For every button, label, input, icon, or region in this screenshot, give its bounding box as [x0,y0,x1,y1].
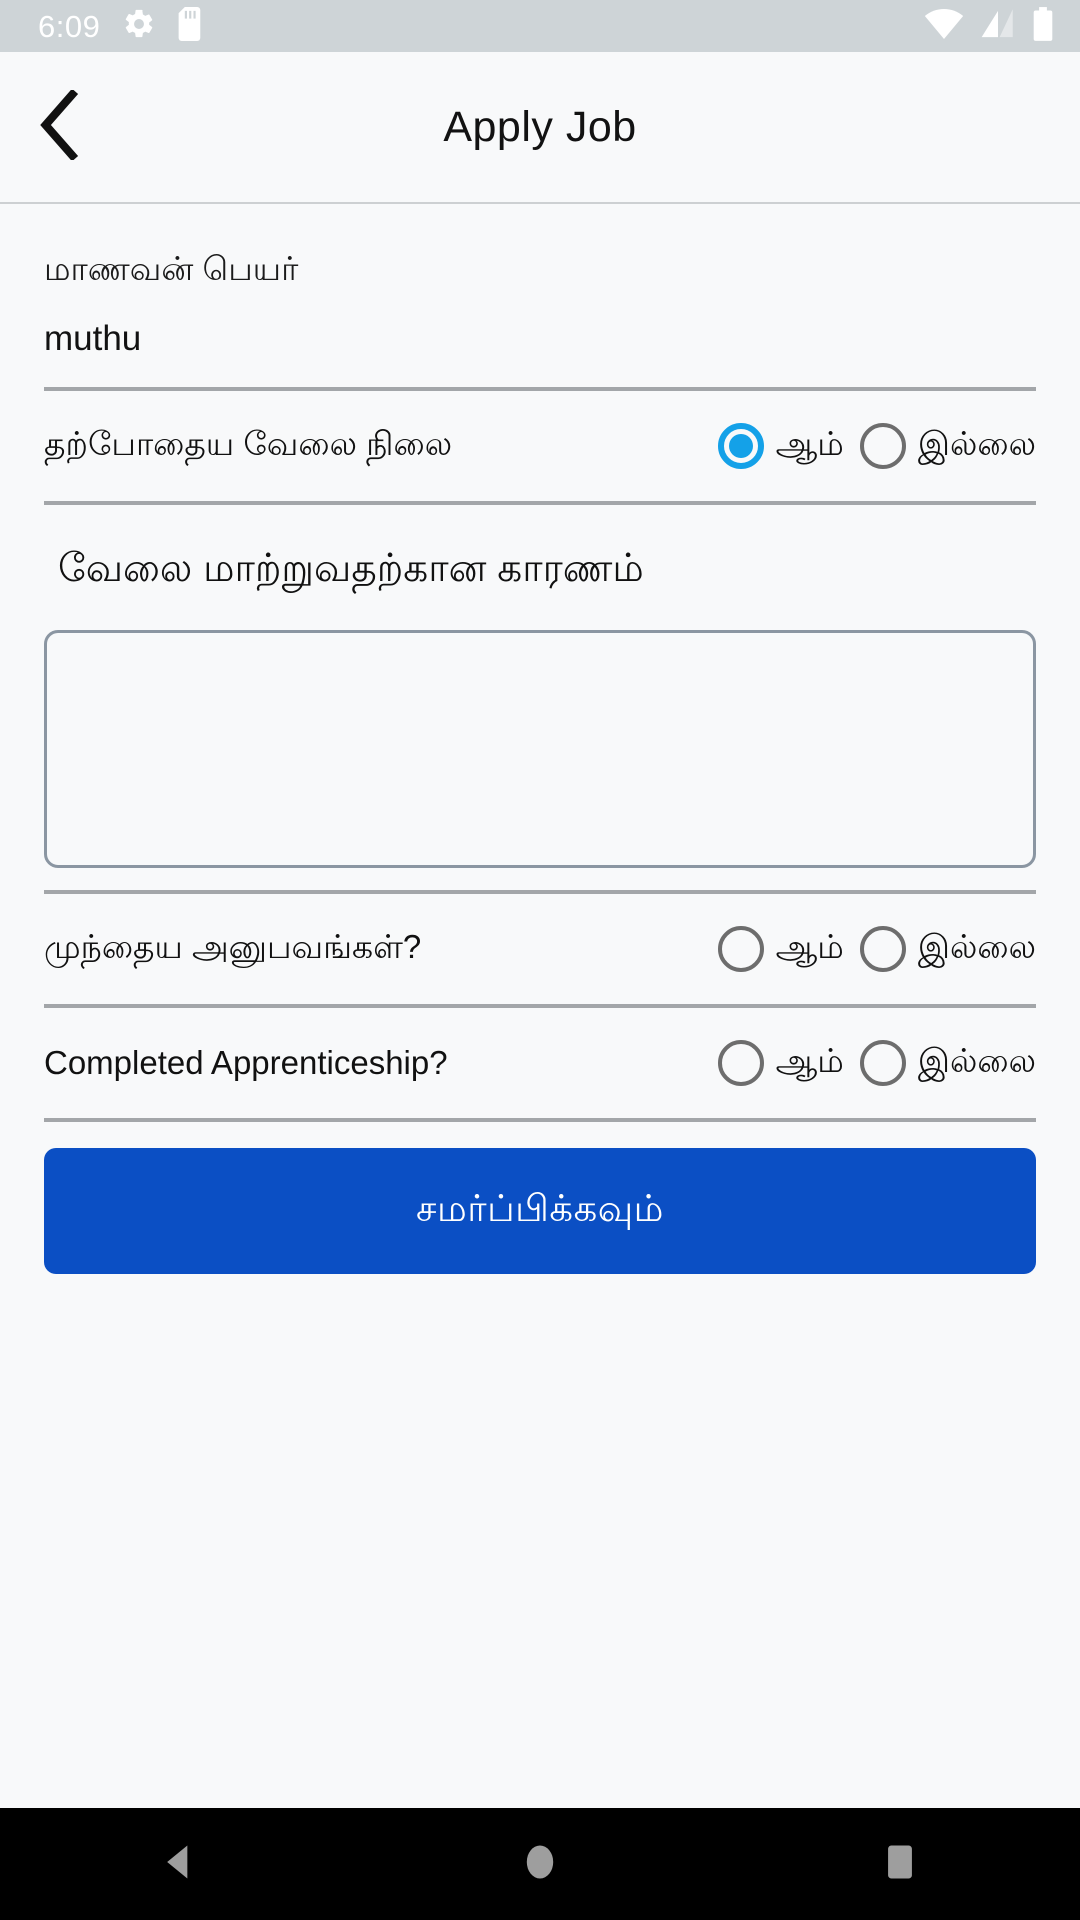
completed-apprenticeship-label: Completed Apprenticeship? [44,1044,448,1081]
submit-button[interactable]: சமர்ப்பிக்கவும் [44,1148,1036,1274]
radio-button-unselected-icon[interactable] [859,423,906,469]
settings-gear-icon [122,7,156,46]
previous-experience-option-no[interactable]: இல்லை [850,926,1036,972]
nav-home-button[interactable] [480,1808,600,1920]
app-bar: Apply Job [0,52,1080,204]
completed-apprenticeship-option-no[interactable]: இல்லை [850,1040,1036,1086]
completed-apprenticeship-option-yes[interactable]: ஆம் [708,1040,844,1086]
completed-apprenticeship-radio-group: ஆம் இல்லை [708,1040,1036,1086]
status-bar-right [924,6,1054,46]
phone-screen: 6:09 Apply Job மாணவன் பெயர் muthu தற்போத… [0,0,1080,1920]
sd-card-icon [178,6,204,46]
battery-icon [1032,6,1054,46]
current-job-status-label: தற்போதைய வேலை நிலை [44,424,453,462]
completed-apprenticeship-option-no-label: இல்லை [917,1041,1036,1079]
previous-experience-option-no-label: இல்லை [917,927,1036,965]
radio-button-selected-icon[interactable] [717,423,764,469]
home-circle-icon [518,1840,562,1889]
previous-experience-radio-group: ஆம் இல்லை [708,926,1036,972]
form-content: மாணவன் பெயர் muthu தற்போதைய வேலை நிலை ஆம… [0,204,1080,1808]
completed-apprenticeship-row: Completed Apprenticeship? ஆம் இல்லை [44,1008,1036,1118]
cellular-signal-icon [980,7,1016,46]
status-bar-left: 6:09 [38,6,204,46]
current-job-status-option-yes-label: ஆம் [775,424,844,462]
radio-button-unselected-icon[interactable] [717,1040,764,1086]
back-triangle-icon [158,1840,202,1889]
student-name-label: மாணவன் பெயர் [44,250,299,287]
previous-experience-label: முந்தைய அனுபவங்கள்? [44,927,422,965]
status-bar: 6:09 [0,0,1080,52]
current-job-status-option-yes[interactable]: ஆம் [708,423,844,469]
radio-button-unselected-icon[interactable] [859,926,906,972]
nav-recents-button[interactable] [840,1808,960,1920]
current-job-status-row: தற்போதைய வேலை நிலை ஆம் இல்லை [44,391,1036,501]
chevron-left-icon [36,88,82,165]
student-name-field: மாணவன் பெயர் muthu [44,204,1036,387]
current-job-status-option-no[interactable]: இல்லை [850,423,1036,469]
back-button[interactable] [22,88,96,165]
android-navigation-bar [0,1808,1080,1920]
previous-experience-option-yes-label: ஆம் [775,927,844,965]
submit-button-wrapper: சமர்ப்பிக்கவும் [44,1122,1036,1274]
radio-button-unselected-icon[interactable] [717,926,764,972]
nav-back-button[interactable] [120,1808,240,1920]
recents-square-icon [878,1840,922,1889]
wifi-icon [924,7,964,46]
student-name-value[interactable]: muthu [44,293,1036,387]
reason-section-title: வேலை மாற்றுவதற்கான காரணம் [58,547,644,590]
current-job-status-option-no-label: இல்லை [917,424,1036,462]
status-bar-clock: 6:09 [38,8,101,44]
previous-experience-option-yes[interactable]: ஆம் [708,926,844,972]
completed-apprenticeship-option-yes-label: ஆம் [775,1041,844,1079]
radio-button-unselected-icon[interactable] [859,1040,906,1086]
current-job-status-radio-group: ஆம் இல்லை [708,423,1036,469]
page-title: Apply Job [443,102,637,151]
reason-textarea[interactable] [44,630,1036,868]
previous-experience-row: முந்தைய அனுபவங்கள்? ஆம் இல்லை [44,894,1036,1004]
